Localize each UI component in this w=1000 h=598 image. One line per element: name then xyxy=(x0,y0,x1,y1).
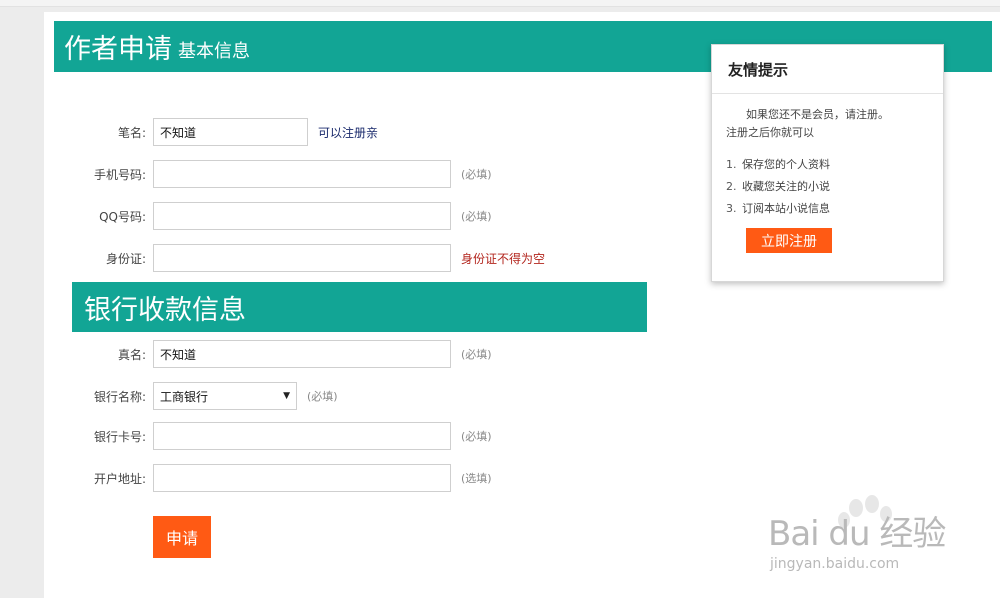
address-label: 开户地址: xyxy=(93,471,146,486)
address-row: 开户地址: (选填) xyxy=(60,463,492,493)
list-item: 2. 收藏您关注的小说 xyxy=(726,180,830,193)
top-border xyxy=(0,0,1000,7)
bankname-required-hint: (必填) xyxy=(307,390,338,403)
address-optional-hint: (选填) xyxy=(461,472,492,485)
tip-benefit-list: 1. 保存您的个人资料 2. 收藏您关注的小说 3. 订阅本站小说信息 xyxy=(726,154,929,220)
bankname-selected-value: 工商银行 xyxy=(160,389,209,404)
idcard-error-message: 身份证不得为空 xyxy=(461,251,546,266)
bank-section-title: 银行收款信息 xyxy=(84,294,246,326)
bankname-label: 银行名称: xyxy=(93,389,146,404)
penname-available-hint: 可以注册亲 xyxy=(318,125,379,140)
realname-input[interactable] xyxy=(153,340,451,368)
tip-intro-line1: 如果您还不是会员，请注册。 xyxy=(746,108,889,121)
watermark-url: jingyan.baidu.com xyxy=(770,556,900,572)
cardno-label: 银行卡号: xyxy=(93,429,146,444)
address-input[interactable] xyxy=(153,464,451,492)
author-section-title: 作者申请 xyxy=(64,34,172,65)
penname-row: 笔名: 可以注册亲 xyxy=(60,117,378,147)
phone-required-hint: (必填) xyxy=(461,168,492,181)
qq-label: QQ号码: xyxy=(99,209,146,224)
penname-label: 笔名: xyxy=(117,125,146,140)
author-section-subtitle: 基本信息 xyxy=(178,40,250,62)
penname-input[interactable] xyxy=(153,118,308,146)
qq-required-hint: (必填) xyxy=(461,210,492,223)
phone-input[interactable] xyxy=(153,160,451,188)
tip-intro-line2: 注册之后你就可以 xyxy=(726,126,814,139)
bankname-select[interactable]: 工商银行 ▼ xyxy=(153,382,297,410)
bank-section-header: 银行收款信息 xyxy=(72,282,647,332)
tip-title: 友情提示 xyxy=(712,45,943,94)
realname-label: 真名: xyxy=(117,347,146,362)
list-item: 3. 订阅本站小说信息 xyxy=(726,202,830,215)
phone-label: 手机号码: xyxy=(93,167,146,182)
tip-body: 如果您还不是会员，请注册。 注册之后你就可以 1. 保存您的个人资料 2. 收藏您关… xyxy=(712,94,943,253)
cardno-row: 银行卡号: (必填) xyxy=(60,421,492,451)
watermark-logo-text: Bai du 经验 xyxy=(768,514,946,554)
qq-row: QQ号码: (必填) xyxy=(60,201,492,231)
idcard-input[interactable] xyxy=(153,244,451,272)
qq-input[interactable] xyxy=(153,202,451,230)
dropdown-arrow-icon: ▼ xyxy=(283,391,290,401)
phone-row: 手机号码: (必填) xyxy=(60,159,492,189)
cardno-required-hint: (必填) xyxy=(461,430,492,443)
tip-panel: 友情提示 如果您还不是会员，请注册。 注册之后你就可以 1. 保存您的个人资料 2… xyxy=(711,44,944,282)
list-item: 1. 保存您的个人资料 xyxy=(726,158,830,171)
bankname-row: 银行名称: 工商银行 ▼ (必填) xyxy=(60,381,338,411)
realname-required-hint: (必填) xyxy=(461,348,492,361)
realname-row: 真名: (必填) xyxy=(60,339,492,369)
idcard-row: 身份证: 身份证不得为空 xyxy=(60,243,545,273)
apply-button[interactable]: 申请 xyxy=(153,516,211,558)
cardno-input[interactable] xyxy=(153,422,451,450)
idcard-label: 身份证: xyxy=(105,251,146,266)
register-now-button[interactable]: 立即注册 xyxy=(746,228,832,253)
